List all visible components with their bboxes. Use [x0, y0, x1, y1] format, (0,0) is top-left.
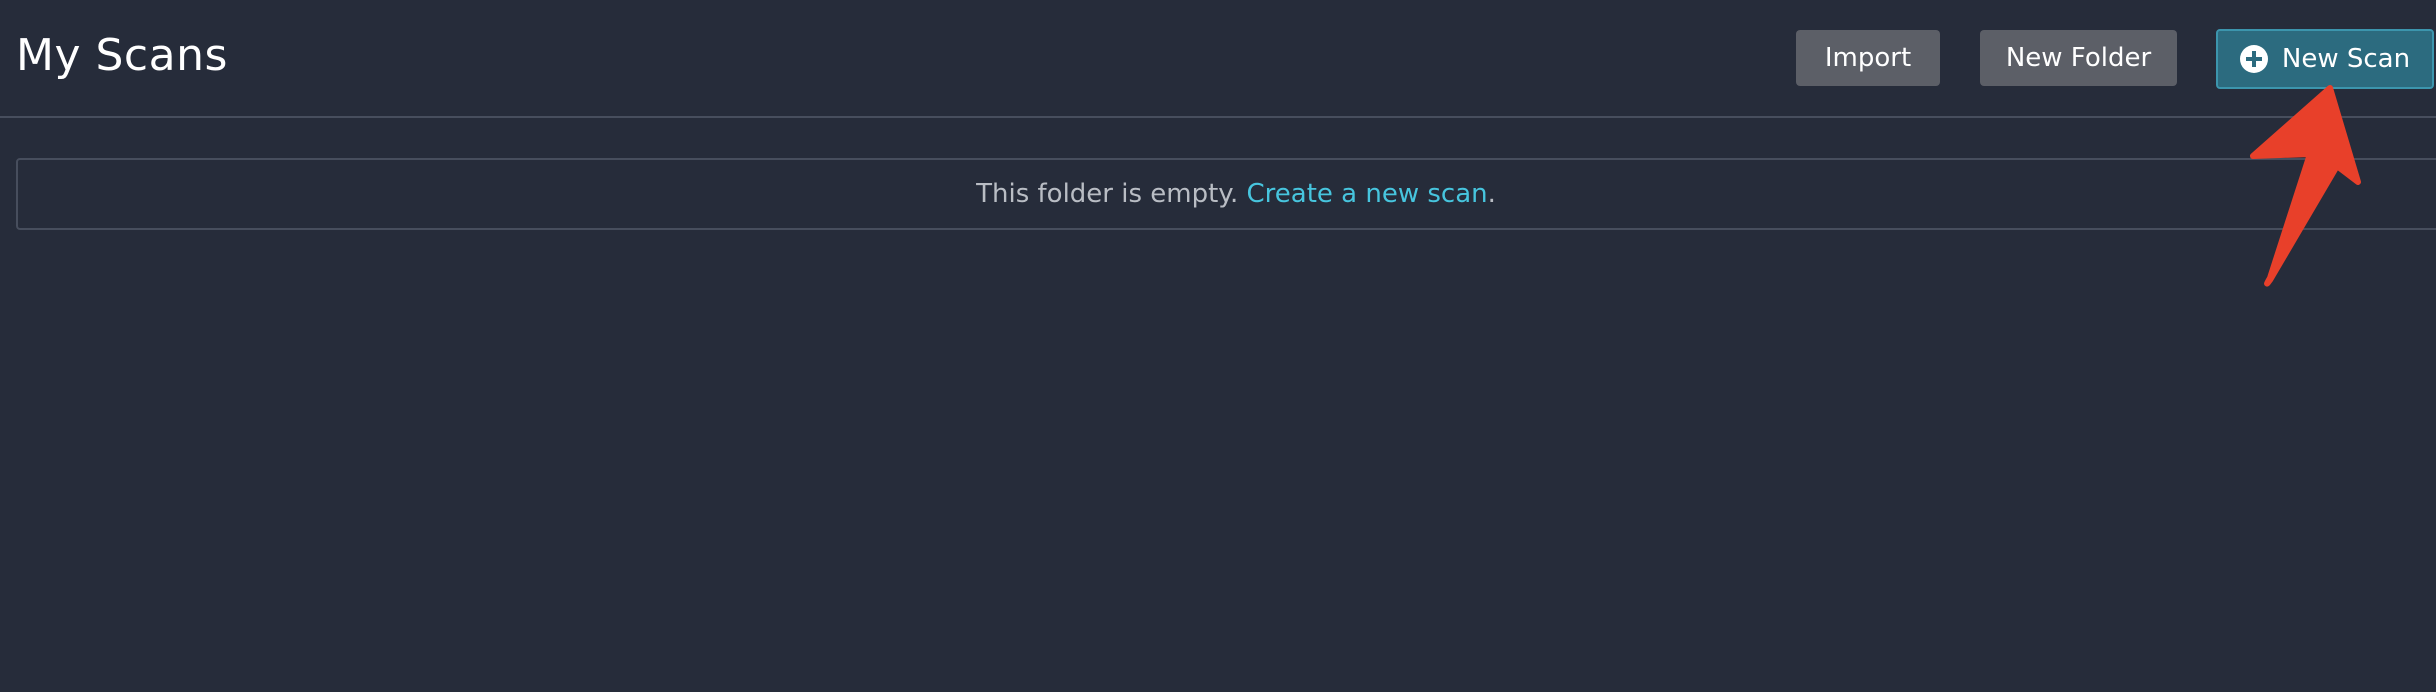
empty-message: This folder is empty.	[976, 179, 1239, 209]
create-new-scan-link[interactable]: Create a new scan	[1247, 179, 1488, 209]
import-button[interactable]: Import	[1796, 30, 1940, 86]
empty-message-suffix: .	[1487, 179, 1496, 209]
page: My Scans Import New Folder New Scan This…	[0, 0, 2436, 692]
new-scan-label: New Scan	[2281, 44, 2411, 74]
empty-folder-panel: This folder is empty. Create a new scan.	[16, 158, 2436, 230]
plus-circle-icon	[2239, 45, 2268, 73]
page-title: My Scans	[16, 30, 228, 81]
new-scan-button[interactable]: New Scan	[2216, 29, 2434, 89]
header-divider	[0, 116, 2436, 118]
new-folder-button[interactable]: New Folder	[1980, 30, 2177, 86]
